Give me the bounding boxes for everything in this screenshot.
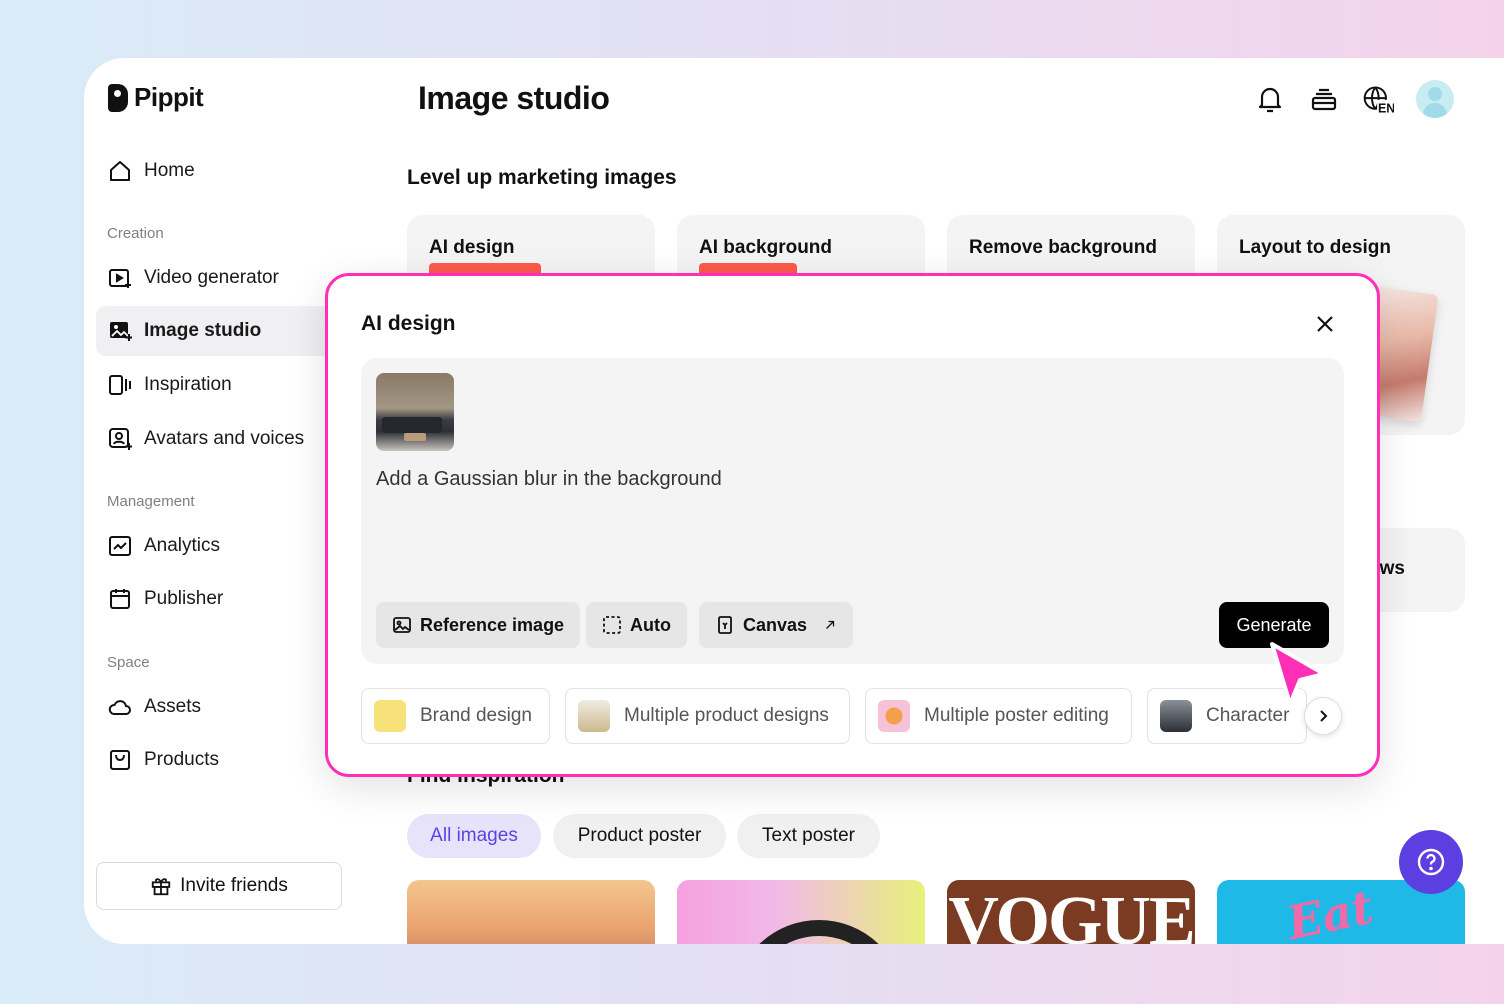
- question-icon: [1417, 848, 1445, 876]
- preset-label: Multiple product designs: [624, 705, 829, 726]
- user-avatar[interactable]: [1416, 80, 1454, 118]
- image-icon: [393, 617, 411, 633]
- chevron-right-icon: [1320, 710, 1328, 722]
- sidebar-item-avatars-and-voices[interactable]: Avatars and voices: [96, 414, 332, 464]
- sidebar-item-inspiration[interactable]: Inspiration: [96, 360, 332, 410]
- filter-product-poster[interactable]: Product poster: [553, 814, 726, 858]
- calendar-icon: [110, 589, 130, 609]
- tool-card-label: AI background: [699, 237, 833, 258]
- logo-mark-icon: [108, 83, 128, 112]
- inspiration-thumb[interactable]: VOGUE: [947, 880, 1195, 944]
- sidebar-item-label: Avatars and voices: [144, 428, 305, 449]
- section-label-creation: Creation: [107, 225, 164, 242]
- sidebar: Pippit Home Creation Video generator Ima…: [84, 58, 354, 944]
- bell-icon[interactable]: [1254, 83, 1286, 115]
- logo-text: Pippit: [134, 82, 204, 112]
- product-designs-thumbnail: [578, 700, 610, 732]
- page-title: Image studio: [418, 80, 610, 116]
- reference-image-thumbnail[interactable]: [376, 373, 454, 451]
- image-icon: [110, 322, 132, 341]
- sidebar-item-label: Assets: [144, 696, 202, 717]
- cloud-icon: [108, 700, 131, 715]
- sidebar-item-label: Publisher: [144, 588, 224, 609]
- layers-icon[interactable]: [1308, 83, 1340, 115]
- aspect-ratio-icon: [603, 616, 621, 634]
- sidebar-item-label: Video generator: [144, 267, 279, 288]
- video-icon: [109, 269, 131, 288]
- sidebar-item-products[interactable]: Products: [96, 735, 332, 785]
- preset-label: Multiple poster editing: [924, 705, 1109, 726]
- tool-card-label: Layout to design: [1239, 237, 1391, 258]
- sidebar-item-analytics[interactable]: Analytics: [96, 521, 332, 571]
- sidebar-item-image-studio[interactable]: Image studio: [96, 306, 346, 356]
- sidebar-item-video-generator[interactable]: Video generator: [96, 253, 332, 303]
- thumb-text: Eat: [1282, 880, 1378, 944]
- tool-card-label: AI design: [429, 237, 515, 258]
- language-code: EN: [1378, 101, 1394, 115]
- sidebar-item-label: Home: [144, 160, 195, 181]
- thumb-text: VOGUE: [948, 883, 1195, 944]
- logo[interactable]: Pippit: [108, 82, 204, 113]
- character-thumbnail: [1160, 700, 1192, 732]
- filter-all-images[interactable]: All images: [407, 814, 541, 858]
- preset-multiple-product-designs[interactable]: Multiple product designs: [565, 688, 850, 744]
- home-icon: [110, 161, 130, 181]
- sidebar-item-home[interactable]: Home: [96, 146, 332, 196]
- tool-card-label: ws: [1379, 558, 1405, 579]
- gift-icon: [151, 878, 171, 896]
- canvas-button[interactable]: Canvas: [699, 602, 854, 648]
- header-actions: EN: [1254, 80, 1454, 118]
- modal-title: AI design: [361, 312, 456, 335]
- inspiration-thumb[interactable]: [677, 880, 925, 944]
- section-label-space: Space: [107, 654, 150, 671]
- auto-size-button[interactable]: Auto: [586, 602, 687, 648]
- canvas-label: Canvas: [743, 614, 808, 635]
- sidebar-item-label: Products: [144, 749, 219, 770]
- section-label-management: Management: [107, 493, 195, 510]
- tool-card-label: Remove background: [969, 237, 1157, 258]
- chart-icon: [109, 536, 131, 556]
- preset-multiple-poster-editing[interactable]: Multiple poster editing: [865, 688, 1132, 744]
- external-arrow-icon: [826, 620, 835, 629]
- prompt-input[interactable]: Add a Gaussian blur in the background: [376, 468, 722, 491]
- sidebar-item-label: Image studio: [144, 320, 262, 341]
- section-heading: Level up marketing images: [407, 166, 677, 189]
- preset-brand-design[interactable]: Brand design: [361, 688, 550, 744]
- invite-friends-label: Invite friends: [180, 875, 288, 896]
- sidebar-item-label: Inspiration: [144, 374, 232, 395]
- help-button[interactable]: [1399, 830, 1463, 894]
- reference-image-label: Reference image: [420, 614, 565, 635]
- inspiration-icon: [109, 375, 131, 395]
- bag-icon: [110, 750, 130, 770]
- sidebar-item-label: Analytics: [144, 535, 221, 556]
- pointer-cursor-icon: [1270, 642, 1326, 706]
- filter-text-poster[interactable]: Text poster: [737, 814, 880, 858]
- ai-design-modal: AI design Add a Gaussian blur in the bac…: [325, 273, 1380, 777]
- close-icon[interactable]: [1313, 312, 1337, 336]
- canvas-icon: [718, 616, 732, 634]
- sidebar-item-publisher[interactable]: Publisher: [96, 574, 332, 624]
- avatar-icon: [109, 428, 132, 450]
- poster-editing-thumbnail: [878, 700, 910, 732]
- brand-design-thumbnail: [374, 700, 406, 732]
- preset-label: Brand design: [420, 705, 532, 726]
- sidebar-item-assets[interactable]: Assets: [96, 682, 332, 732]
- inspiration-thumb[interactable]: [407, 880, 655, 944]
- reference-image-button[interactable]: Reference image: [376, 602, 581, 648]
- globe-language-icon[interactable]: EN: [1362, 83, 1394, 115]
- prompt-box[interactable]: Add a Gaussian blur in the background Re…: [361, 358, 1344, 664]
- invite-friends-button[interactable]: Invite friends: [96, 862, 342, 910]
- auto-label: Auto: [630, 614, 671, 635]
